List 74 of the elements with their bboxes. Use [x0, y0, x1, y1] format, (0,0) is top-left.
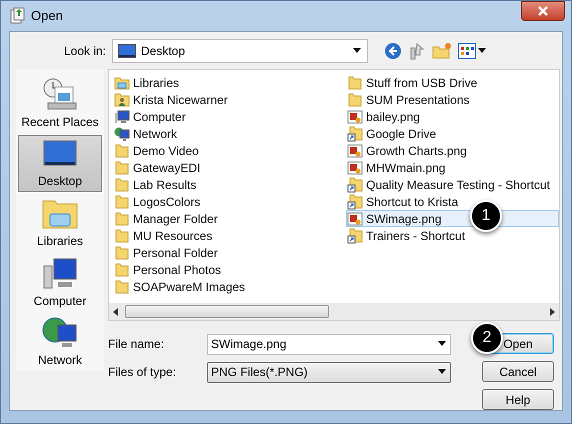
dropdown-caret-icon: [477, 48, 487, 54]
place-item[interactable]: Libraries: [18, 194, 102, 252]
folder-icon: [347, 74, 364, 90]
up-folder-icon[interactable]: [408, 42, 426, 60]
shortcut-folder-icon: [347, 176, 364, 192]
computer-icon: [114, 108, 130, 124]
file-item[interactable]: LogosColors: [113, 193, 346, 210]
window-title: Open: [31, 7, 63, 26]
place-item[interactable]: Computer: [18, 254, 102, 312]
user-folder-icon: [114, 92, 130, 108]
file-item[interactable]: bailey.png: [346, 108, 559, 125]
file-item[interactable]: SOAPwareM Images: [113, 278, 346, 295]
file-item[interactable]: Computer: [113, 108, 346, 125]
view-menu-button[interactable]: [458, 42, 487, 58]
file-item[interactable]: SUM Presentations: [346, 91, 559, 108]
folder-icon: [114, 160, 130, 176]
file-item[interactable]: Libraries: [113, 74, 346, 91]
scroll-right-icon[interactable]: [549, 308, 555, 316]
library-icon: [114, 74, 130, 90]
open-file-icon: [9, 7, 27, 25]
file-item[interactable]: Network: [113, 125, 346, 142]
shortcut-folder-icon: [347, 194, 364, 210]
file-name-label: File name:: [108, 336, 166, 353]
dropdown-caret-icon: [437, 369, 447, 375]
image-file-icon: [347, 142, 364, 158]
file-item[interactable]: Growth Charts.png: [346, 142, 559, 159]
image-file-icon: [347, 160, 364, 176]
close-icon: [537, 6, 549, 16]
dropdown-caret-icon: [352, 48, 362, 54]
scrollbar-thumb[interactable]: [125, 305, 329, 318]
network-icon: [114, 126, 130, 142]
file-item[interactable]: MU Resources: [113, 227, 346, 244]
file-item[interactable]: Google Drive: [346, 125, 559, 142]
file-item[interactable]: GatewayEDI: [113, 159, 346, 176]
desktop-icon: [118, 44, 136, 58]
folder-icon: [114, 278, 130, 294]
file-item[interactable]: Lab Results: [113, 176, 346, 193]
place-item[interactable]: Recent Places: [18, 75, 102, 133]
file-item[interactable]: Stuff from USB Drive: [346, 74, 559, 91]
image-file-icon: [347, 108, 364, 124]
look-in-value: Desktop: [141, 42, 186, 60]
look-in-dropdown[interactable]: Desktop: [112, 38, 368, 62]
folder-icon: [347, 92, 364, 108]
place-item[interactable]: Desktop: [18, 134, 102, 192]
file-item[interactable]: Manager Folder: [113, 210, 346, 227]
back-icon[interactable]: [384, 42, 402, 60]
file-item[interactable]: Personal Photos: [113, 261, 346, 278]
horizontal-scrollbar[interactable]: [109, 303, 559, 320]
file-item[interactable]: Personal Folder: [113, 244, 346, 261]
file-name-field[interactable]: SWimage.png: [207, 334, 451, 354]
file-item[interactable]: Quality Measure Testing - Shortcut: [346, 176, 559, 193]
shortcut-folder-icon: [347, 228, 364, 244]
scroll-left-icon[interactable]: [113, 308, 119, 316]
file-item[interactable]: Krista Nicewarner: [113, 91, 346, 108]
folder-icon: [114, 142, 130, 158]
dialog-button[interactable]: Cancel: [482, 361, 554, 382]
shortcut-folder-icon: [347, 126, 364, 142]
folder-icon: [114, 244, 130, 260]
folder-icon: [114, 176, 130, 192]
folder-icon: [114, 262, 130, 278]
folder-icon: [114, 210, 130, 226]
dropdown-caret-icon: [437, 341, 447, 347]
folder-icon: [114, 228, 130, 244]
folder-icon: [114, 194, 130, 210]
image-file-icon: [347, 210, 364, 226]
view-grid-icon: [458, 42, 476, 58]
look-in-label: Look in:: [62, 42, 107, 60]
file-item[interactable]: Demo Video: [113, 142, 346, 159]
close-button[interactable]: [521, 1, 565, 21]
file-type-dropdown[interactable]: PNG Files(*.PNG): [207, 362, 451, 382]
file-type-label: Files of type:: [108, 364, 178, 381]
dialog-button[interactable]: Help: [482, 389, 554, 410]
file-item[interactable]: MHWmain.png: [346, 159, 559, 176]
place-item[interactable]: Network: [18, 313, 102, 371]
